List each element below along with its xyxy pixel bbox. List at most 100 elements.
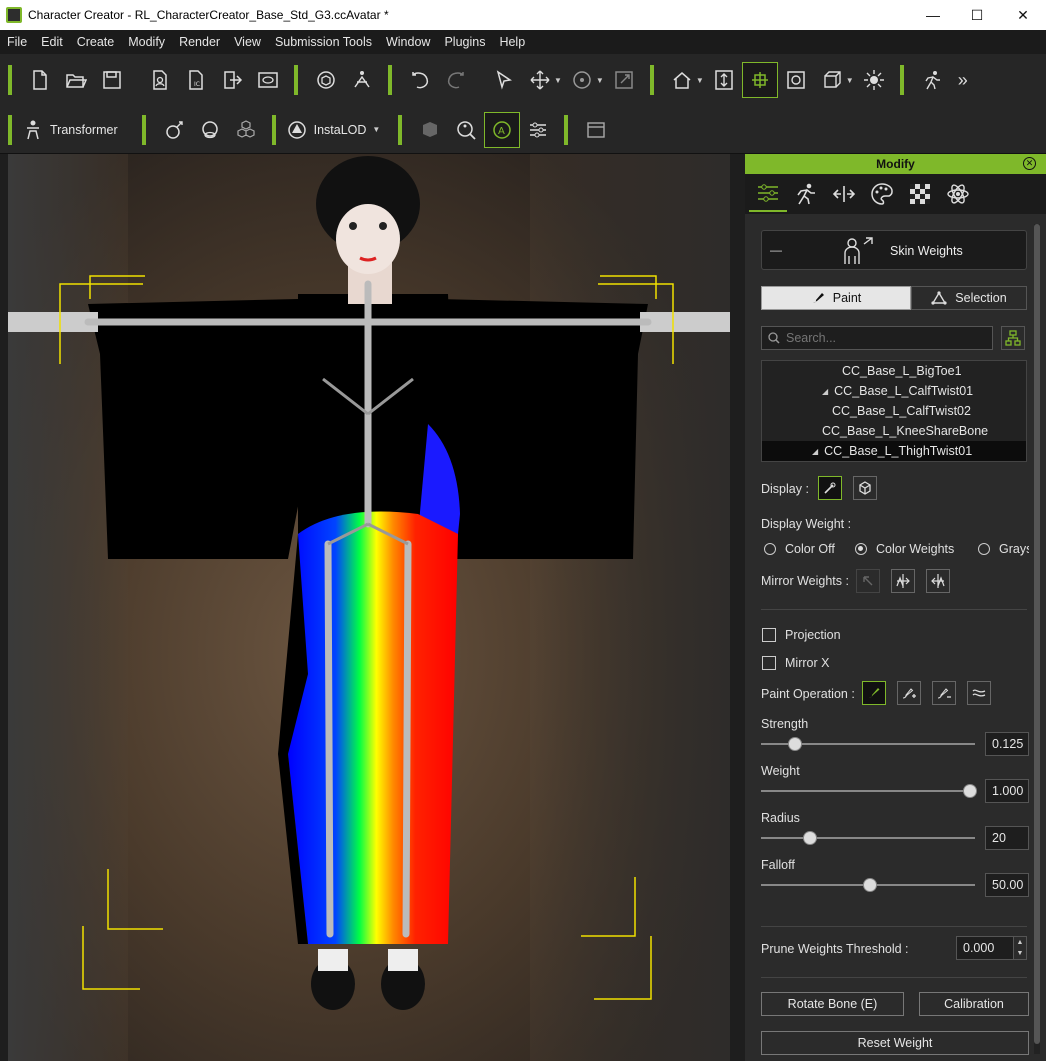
frame-selected-button[interactable] bbox=[741, 62, 778, 98]
rotate-tool-button[interactable] bbox=[564, 62, 600, 98]
panel-layout-button[interactable] bbox=[578, 112, 614, 148]
camera-orbit-button[interactable] bbox=[778, 62, 814, 98]
radio-color-weights[interactable] bbox=[855, 543, 867, 555]
minimize-button[interactable]: — bbox=[910, 0, 956, 30]
expand-triangle-icon[interactable]: ◢ bbox=[812, 447, 818, 456]
panel-splitter[interactable] bbox=[730, 154, 745, 1061]
toolbar-overflow-icon[interactable]: » bbox=[958, 70, 968, 91]
bone-tree-row[interactable]: CC_Base_L_KneeShareBone bbox=[762, 421, 1026, 441]
prune-threshold-stepper[interactable]: ▲ ▼ bbox=[1013, 936, 1027, 960]
tab-material[interactable] bbox=[863, 176, 901, 212]
pose-button[interactable] bbox=[344, 62, 380, 98]
tab-texture[interactable] bbox=[901, 176, 939, 212]
cubes-button[interactable] bbox=[228, 112, 264, 148]
menu-view[interactable]: View bbox=[227, 35, 268, 49]
new-file-button[interactable] bbox=[22, 62, 58, 98]
menu-render[interactable]: Render bbox=[172, 35, 227, 49]
auto-weight-button[interactable]: A bbox=[484, 111, 521, 148]
menu-modify[interactable]: Modify bbox=[121, 35, 172, 49]
mirror-x-label[interactable]: Mirror X bbox=[785, 656, 829, 670]
paint-smooth-button[interactable] bbox=[967, 681, 991, 705]
tab-selection[interactable]: Selection bbox=[911, 286, 1027, 310]
tab-parameters[interactable] bbox=[749, 176, 787, 212]
calibration-button[interactable]: Calibration bbox=[919, 992, 1029, 1016]
hierarchy-button[interactable] bbox=[1001, 326, 1025, 350]
slider-knob[interactable] bbox=[863, 878, 877, 892]
display-mesh-button[interactable] bbox=[853, 476, 877, 500]
chevron-down-icon[interactable]: ▼ bbox=[372, 125, 380, 134]
slider-track[interactable] bbox=[761, 837, 975, 839]
instalod-label[interactable]: InstaLOD bbox=[314, 123, 367, 137]
projection-view-button[interactable] bbox=[814, 62, 850, 98]
export-button[interactable] bbox=[214, 62, 250, 98]
mirror-weights-select-button[interactable] bbox=[856, 569, 880, 593]
bone-tree-row[interactable]: CC_Base_L_BigToe1 bbox=[762, 361, 1026, 381]
transformer-label[interactable]: Transformer bbox=[50, 123, 118, 137]
mirror-x-checkbox[interactable] bbox=[762, 656, 776, 670]
bone-tree-row[interactable]: ◢ CC_Base_L_CalfTwist01 bbox=[762, 381, 1026, 401]
mirror-right-to-left-button[interactable] bbox=[926, 569, 950, 593]
expand-triangle-icon[interactable]: ◢ bbox=[822, 387, 828, 396]
close-panel-icon[interactable]: ✕ bbox=[1023, 157, 1036, 170]
radio-color-off[interactable] bbox=[764, 543, 776, 555]
slider-knob[interactable] bbox=[788, 737, 802, 751]
save-button[interactable] bbox=[94, 62, 130, 98]
slider-knob[interactable] bbox=[803, 831, 817, 845]
close-window-button[interactable]: ✕ bbox=[1000, 0, 1046, 30]
radio-grays-label[interactable]: Grays bbox=[999, 542, 1029, 556]
menu-window[interactable]: Window bbox=[379, 35, 437, 49]
search-input[interactable] bbox=[786, 331, 986, 345]
home-view-button[interactable] bbox=[664, 62, 700, 98]
menu-plugins[interactable]: Plugins bbox=[437, 35, 492, 49]
slider-value-radius[interactable]: 20 bbox=[985, 826, 1029, 850]
menu-help[interactable]: Help bbox=[492, 35, 532, 49]
collapse-icon[interactable]: — bbox=[770, 243, 782, 257]
mesh-view-button[interactable] bbox=[412, 112, 448, 148]
menu-file[interactable]: File bbox=[0, 35, 34, 49]
import-avatar-button[interactable] bbox=[142, 62, 178, 98]
slider-value-weight[interactable]: 1.000 bbox=[985, 779, 1029, 803]
tab-morph[interactable] bbox=[825, 176, 863, 212]
menu-submission-tools[interactable]: Submission Tools bbox=[268, 35, 379, 49]
instalod-button[interactable] bbox=[286, 112, 308, 148]
bone-inspect-button[interactable] bbox=[448, 112, 484, 148]
mirror-left-to-right-button[interactable] bbox=[891, 569, 915, 593]
lighting-button[interactable] bbox=[856, 62, 892, 98]
undo-button[interactable] bbox=[402, 62, 438, 98]
tab-motion[interactable] bbox=[787, 176, 825, 212]
panel-scrollbar[interactable] bbox=[1034, 224, 1040, 1054]
projection-label[interactable]: Projection bbox=[785, 628, 841, 642]
slider-falloff[interactable] bbox=[761, 878, 975, 892]
import-ic-button[interactable]: IC bbox=[178, 62, 214, 98]
3d-viewport[interactable] bbox=[8, 154, 730, 1061]
display-bone-button[interactable] bbox=[818, 476, 842, 500]
bone-tree-row[interactable]: ◢ CC_Base_L_ThighTwist01 bbox=[762, 441, 1026, 461]
slider-value-falloff[interactable]: 50.00 bbox=[985, 873, 1029, 897]
morph-slider-button[interactable] bbox=[156, 112, 192, 148]
motion-button[interactable] bbox=[914, 62, 950, 98]
slider-radius[interactable] bbox=[761, 831, 975, 845]
slider-weight[interactable] bbox=[761, 784, 977, 798]
move-tool-button[interactable] bbox=[522, 62, 558, 98]
scrollbar-thumb[interactable] bbox=[1034, 224, 1040, 1044]
tab-physics[interactable] bbox=[939, 176, 977, 212]
skin-weights-header[interactable]: — Skin Weights bbox=[761, 230, 1027, 270]
menu-edit[interactable]: Edit bbox=[34, 35, 70, 49]
scale-tool-button[interactable] bbox=[606, 62, 642, 98]
paint-replace-button[interactable] bbox=[862, 681, 886, 705]
radio-color-weights-label[interactable]: Color Weights bbox=[876, 542, 954, 556]
maximize-button[interactable]: ☐ bbox=[954, 0, 1000, 30]
preview-button[interactable] bbox=[250, 62, 286, 98]
fit-height-button[interactable] bbox=[706, 62, 742, 98]
reset-weight-button[interactable]: Reset Weight bbox=[761, 1031, 1029, 1055]
slider-track[interactable] bbox=[761, 790, 975, 792]
paint-add-button[interactable] bbox=[897, 681, 921, 705]
slider-knob[interactable] bbox=[963, 784, 977, 798]
redo-button[interactable] bbox=[438, 62, 474, 98]
select-tool-button[interactable] bbox=[486, 62, 522, 98]
open-file-button[interactable] bbox=[58, 62, 94, 98]
radio-grays[interactable] bbox=[978, 543, 990, 555]
settings-sliders-button[interactable] bbox=[520, 112, 556, 148]
paint-subtract-button[interactable] bbox=[932, 681, 956, 705]
projection-checkbox[interactable] bbox=[762, 628, 776, 642]
